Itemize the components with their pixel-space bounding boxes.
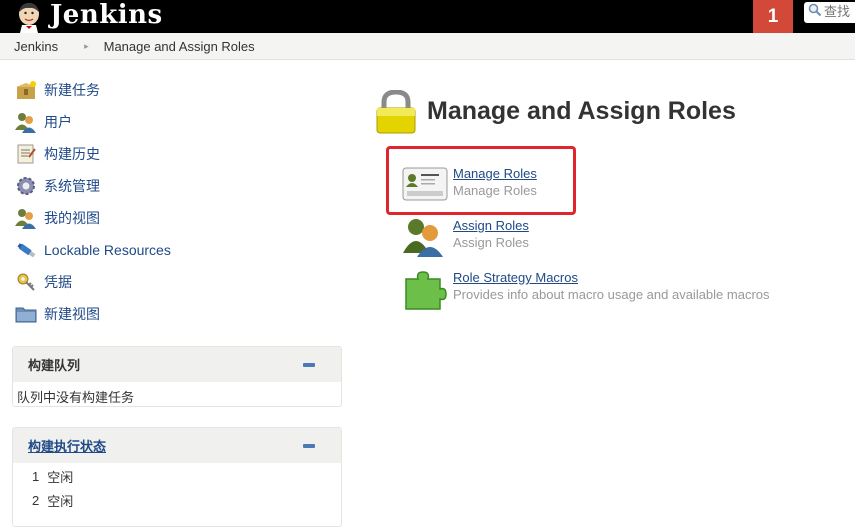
new-job-icon — [14, 78, 38, 102]
puzzle-icon — [402, 269, 448, 315]
sidebar-item-new-job[interactable]: 新建任务 — [14, 74, 334, 106]
gear-icon — [14, 174, 38, 198]
credentials-icon — [14, 270, 38, 294]
executor-title-link[interactable]: 构建执行状态 — [28, 436, 106, 455]
executor-header: 构建执行状态 — [13, 428, 341, 463]
jenkins-butler-icon — [12, 0, 46, 33]
sidebar-item-manage-jenkins[interactable]: 系统管理 — [14, 170, 334, 202]
lock-icon — [375, 89, 417, 139]
collapse-icon[interactable] — [303, 444, 315, 448]
role-strategy-macros-text: Role Strategy Macros Provides info about… — [453, 269, 770, 304]
breadcrumb: Jenkins ▸ Manage and Assign Roles — [0, 33, 855, 60]
assign-roles-desc: Assign Roles — [453, 235, 529, 250]
sidebar-item-credentials[interactable]: 凭据 — [14, 266, 334, 298]
executor-number: 1 — [32, 468, 40, 484]
sidebar-item-label: 用户 — [44, 114, 72, 130]
executor-row: 2 空闲 — [13, 488, 341, 512]
manage-roles-entry[interactable]: Manage Roles Manage Roles — [402, 165, 537, 211]
sidebar-item-label: 凭据 — [44, 274, 72, 290]
executor-row: 1 空闲 — [13, 464, 341, 488]
sidebar-tasks: 新建任务 用户 构建历史 系统管理 我的视图 Lockable Resource… — [14, 74, 334, 330]
manage-roles-text: Manage Roles Manage Roles — [453, 165, 537, 200]
notification-badge[interactable]: 1 — [753, 0, 793, 33]
sidebar-item-label: 我的视图 — [44, 210, 100, 226]
id-card-icon — [402, 165, 448, 211]
search-input[interactable] — [822, 3, 855, 22]
build-queue-header: 构建队列 — [13, 347, 341, 382]
breadcrumb-item-current[interactable]: Manage and Assign Roles — [104, 39, 255, 54]
executor-list: 1 空闲 2 空闲 — [13, 463, 341, 512]
executor-status: 空闲 — [47, 493, 74, 509]
search-icon — [808, 3, 822, 22]
role-strategy-macros-desc: Provides info about macro usage and avai… — [453, 287, 770, 302]
history-icon — [14, 142, 38, 166]
role-strategy-macros-link[interactable]: Role Strategy Macros — [453, 269, 770, 286]
build-queue-empty-text: 队列中没有构建任务 — [17, 390, 135, 405]
users-icon — [14, 206, 38, 230]
search-box[interactable] — [804, 2, 855, 23]
folder-icon — [14, 302, 38, 326]
sidebar-item-label: 系统管理 — [44, 178, 100, 194]
page-title: Manage and Assign Roles — [427, 97, 736, 125]
sidebar-item-label: 构建历史 — [44, 146, 100, 162]
sidebar-item-new-view[interactable]: 新建视图 — [14, 298, 334, 330]
top-header: Jenkins 1 — [0, 0, 855, 33]
logo-text: Jenkins — [50, 0, 163, 30]
role-strategy-macros-entry[interactable]: Role Strategy Macros Provides info about… — [402, 269, 770, 315]
assign-roles-text: Assign Roles Assign Roles — [453, 217, 529, 252]
executor-number: 2 — [32, 492, 40, 508]
users-icon — [402, 217, 448, 263]
manage-roles-link[interactable]: Manage Roles — [453, 165, 537, 182]
breadcrumb-item-jenkins[interactable]: Jenkins — [0, 39, 58, 54]
assign-roles-entry[interactable]: Assign Roles Assign Roles — [402, 217, 529, 263]
sidebar-item-my-views[interactable]: 我的视图 — [14, 202, 334, 234]
build-queue-title: 构建队列 — [28, 358, 81, 373]
sidebar-item-lockable-resources[interactable]: Lockable Resources — [14, 234, 334, 266]
sidebar-item-label: Lockable Resources — [44, 242, 171, 258]
executor-status: 空闲 — [47, 469, 74, 485]
manage-roles-desc: Manage Roles — [453, 183, 537, 198]
breadcrumb-separator-icon[interactable]: ▸ — [84, 41, 89, 52]
collapse-icon[interactable] — [303, 363, 315, 367]
build-queue-pane: 构建队列 队列中没有构建任务 — [12, 346, 342, 407]
sidebar-item-build-history[interactable]: 构建历史 — [14, 138, 334, 170]
sidebar-item-label: 新建任务 — [44, 82, 100, 98]
sidebar-item-label: 新建视图 — [44, 306, 100, 322]
sidebar-item-users[interactable]: 用户 — [14, 106, 334, 138]
jenkins-logo[interactable]: Jenkins — [12, 0, 163, 33]
usb-icon — [14, 238, 38, 262]
assign-roles-link[interactable]: Assign Roles — [453, 217, 529, 234]
users-icon — [14, 110, 38, 134]
executor-pane: 构建执行状态 1 空闲 2 空闲 — [12, 427, 342, 527]
